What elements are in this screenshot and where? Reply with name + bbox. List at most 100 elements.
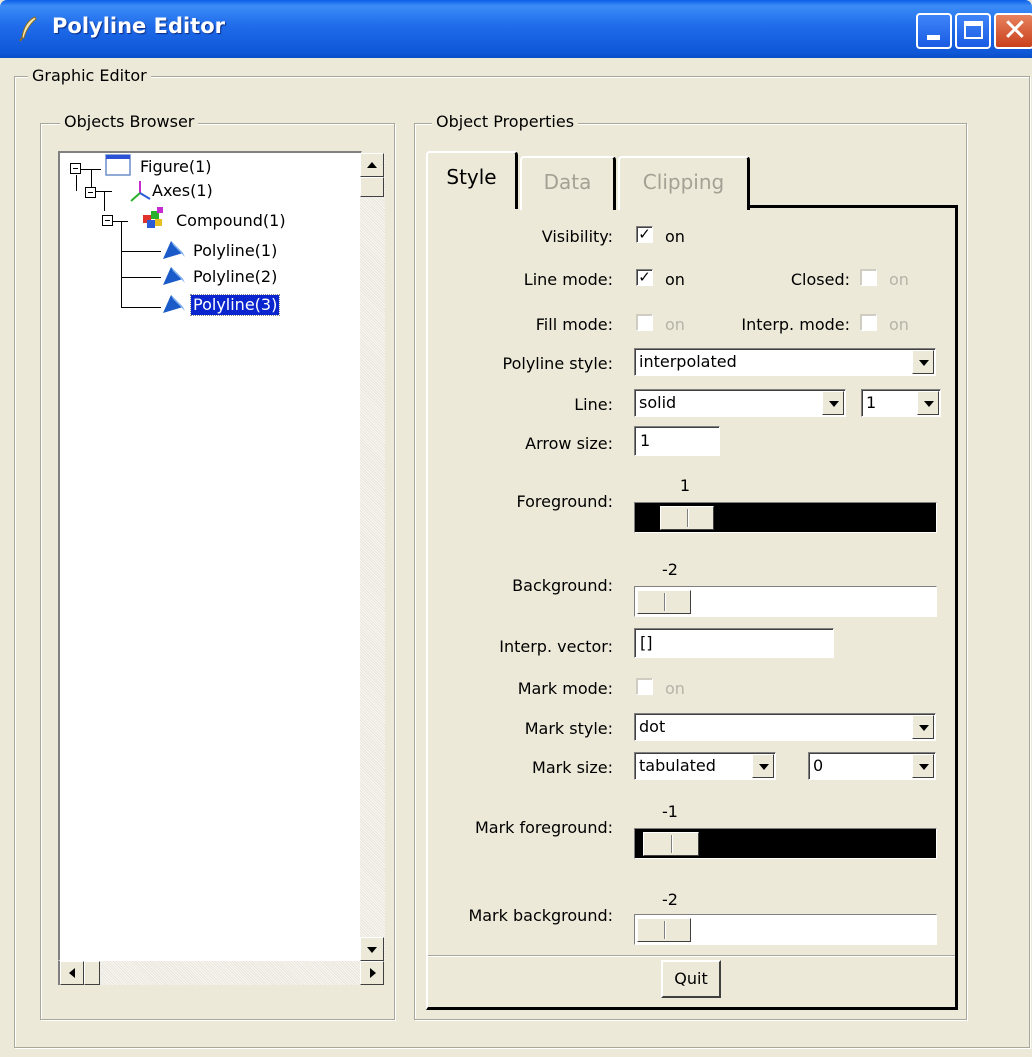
mark-mode-on-text: on [665, 679, 685, 698]
tree-item-axes[interactable]: Axes(1) [152, 181, 213, 201]
scroll-right-button[interactable] [360, 961, 384, 985]
fill-mode-on-text: on [665, 315, 685, 334]
collapse-toggle[interactable] [102, 215, 113, 226]
collapse-toggle[interactable] [85, 187, 96, 198]
mark-style-value: dot [639, 717, 666, 736]
tree-connector [76, 175, 77, 191]
tree-item-polyline-3[interactable]: Polyline(3) [189, 294, 281, 316]
arrow-right-icon [370, 968, 376, 978]
collapse-toggle[interactable] [70, 163, 81, 174]
tree-item-polyline-1[interactable]: Polyline(1) [193, 241, 277, 261]
tree-connector [104, 191, 105, 211]
foreground-slider-thumb[interactable] [660, 506, 714, 530]
background-slider-thumb[interactable] [637, 590, 691, 614]
line-width-select[interactable]: 1 [861, 389, 941, 417]
interp-mode-on-text: on [889, 315, 909, 334]
interp-mode-checkbox[interactable] [860, 314, 877, 331]
line-mode-checkbox[interactable]: ✓ [636, 269, 653, 286]
mark-size-label: Mark size: [532, 758, 613, 777]
mark-mode-label: Mark mode: [517, 679, 613, 698]
object-properties-label: Object Properties [432, 112, 579, 131]
arrow-up-icon [367, 162, 377, 168]
tab-clipping[interactable]: Clipping [618, 156, 750, 210]
chevron-down-icon[interactable] [912, 350, 934, 374]
mark-foreground-label: Mark foreground: [474, 818, 613, 837]
objects-tree[interactable]: Figure(1) Axes(1) Compound(1) Polyline(1… [58, 151, 362, 961]
mark-size-unit-value: tabulated [639, 756, 716, 775]
background-label: Background: [512, 576, 613, 595]
close-button[interactable]: ✕ [994, 13, 1032, 49]
tree-connector [91, 169, 92, 187]
tree-vertical-scrollbar[interactable] [360, 153, 385, 961]
tree-item-polyline-2[interactable]: Polyline(2) [193, 267, 277, 287]
chevron-down-icon[interactable] [822, 391, 844, 415]
line-mode-label: Line mode: [523, 270, 613, 289]
graphic-editor-label: Graphic Editor [28, 66, 151, 85]
scroll-down-button[interactable] [360, 937, 384, 961]
scroll-thumb[interactable] [360, 177, 384, 197]
mark-foreground-scale[interactable] [634, 828, 937, 859]
background-value: -2 [662, 560, 678, 579]
polyline-style-select[interactable]: interpolated [634, 348, 936, 376]
figure-window-icon [105, 154, 131, 176]
tree-connector [121, 221, 122, 307]
mark-mode-checkbox[interactable] [636, 678, 653, 695]
visibility-on-text: on [665, 227, 685, 246]
tree-horizontal-scrollbar[interactable] [58, 961, 384, 985]
chevron-down-icon[interactable] [912, 754, 934, 778]
maximize-icon [964, 21, 983, 39]
line-mode-on-text: on [665, 270, 685, 289]
minimize-button[interactable] [916, 13, 952, 49]
closed-label: Closed: [790, 270, 850, 289]
line-width-value: 1 [866, 393, 877, 412]
foreground-scale[interactable] [634, 502, 937, 533]
line-style-select[interactable]: solid [634, 389, 846, 417]
tree-connector [112, 221, 128, 222]
polyline-style-value: interpolated [639, 352, 737, 371]
closed-checkbox[interactable] [860, 269, 877, 286]
tree-connector [121, 307, 161, 308]
polyline-icon [163, 241, 185, 259]
arrow-size-input[interactable]: 1 [634, 426, 720, 456]
polyline-icon [163, 267, 185, 285]
chevron-down-icon[interactable] [752, 754, 774, 778]
interp-mode-label: Interp. mode: [741, 315, 850, 334]
mark-background-value: -2 [662, 890, 678, 909]
mark-background-scale[interactable] [634, 914, 937, 945]
arrow-size-label: Arrow size: [525, 434, 613, 453]
tab-data[interactable]: Data [520, 156, 616, 210]
chevron-down-icon[interactable] [917, 391, 939, 415]
polyline-icon [163, 295, 185, 313]
minimize-icon [927, 35, 940, 40]
scroll-left-button[interactable] [60, 961, 84, 985]
interp-vector-input[interactable]: [] [634, 628, 834, 658]
fill-mode-label: Fill mode: [535, 315, 613, 334]
tab-style[interactable]: Style [426, 151, 518, 209]
tree-item-compound[interactable]: Compound(1) [176, 211, 286, 231]
scroll-up-button[interactable] [360, 153, 384, 177]
background-scale[interactable] [634, 586, 937, 617]
mark-foreground-value: -1 [662, 802, 678, 821]
foreground-value: 1 [679, 476, 691, 495]
mark-foreground-slider-thumb[interactable] [643, 832, 699, 856]
line-style-value: solid [639, 393, 677, 412]
mark-style-select[interactable]: dot [634, 713, 936, 741]
chevron-down-icon[interactable] [912, 715, 934, 739]
mark-size-value-select[interactable]: 0 [808, 752, 936, 780]
fill-mode-checkbox[interactable] [636, 314, 653, 331]
compound-icon [143, 207, 163, 228]
mark-background-slider-thumb[interactable] [637, 918, 691, 942]
polyline-style-label: Polyline style: [502, 354, 614, 373]
visibility-checkbox[interactable]: ✓ [636, 226, 653, 243]
tree-connector [121, 251, 161, 252]
mark-background-label: Mark background: [468, 906, 613, 925]
tab-border [750, 205, 958, 208]
close-icon: ✕ [1002, 13, 1028, 48]
arrow-down-icon [367, 947, 377, 953]
tree-item-figure[interactable]: Figure(1) [140, 157, 212, 177]
mark-size-unit-select[interactable]: tabulated [634, 752, 776, 780]
feather-icon [19, 16, 37, 42]
scroll-thumb[interactable] [84, 961, 100, 985]
maximize-button[interactable] [955, 13, 991, 49]
quit-button[interactable]: Quit [661, 960, 721, 998]
